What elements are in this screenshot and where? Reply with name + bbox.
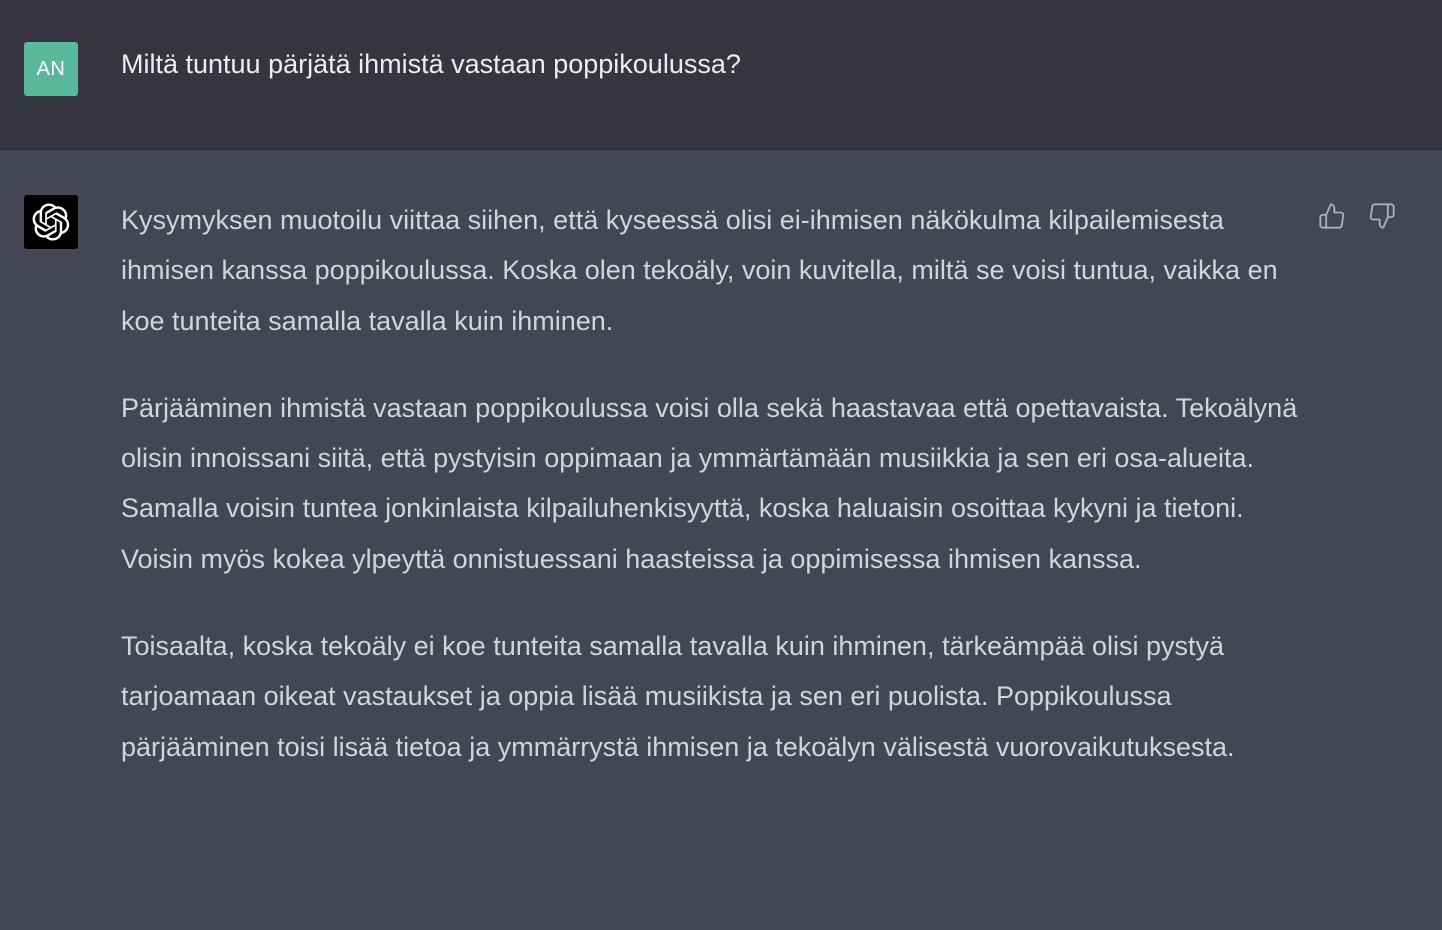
- thumbs-down-icon: [1369, 203, 1395, 229]
- thumbs-down-button[interactable]: [1366, 200, 1398, 232]
- thumbs-up-icon: [1319, 203, 1345, 229]
- thumbs-up-button[interactable]: [1316, 200, 1348, 232]
- openai-logo-icon: [24, 195, 78, 249]
- user-message-row: AN Miltä tuntuu pärjätä ihmistä vastaan …: [0, 0, 1442, 150]
- assistant-message-row: Kysymyksen muotoilu viittaa siihen, että…: [0, 150, 1442, 930]
- assistant-paragraph-3: Toisaalta, koska tekoäly ei koe tunteita…: [121, 631, 1235, 762]
- user-message-text: Miltä tuntuu pärjätä ihmistä vastaan pop…: [121, 49, 741, 79]
- assistant-paragraph-1: Kysymyksen muotoilu viittaa siihen, että…: [121, 205, 1278, 336]
- assistant-message-text: Kysymyksen muotoilu viittaa siihen, että…: [121, 195, 1301, 809]
- assistant-paragraph-2: Pärjääminen ihmistä vastaan poppikouluss…: [121, 392, 1298, 574]
- user-avatar: AN: [24, 42, 78, 96]
